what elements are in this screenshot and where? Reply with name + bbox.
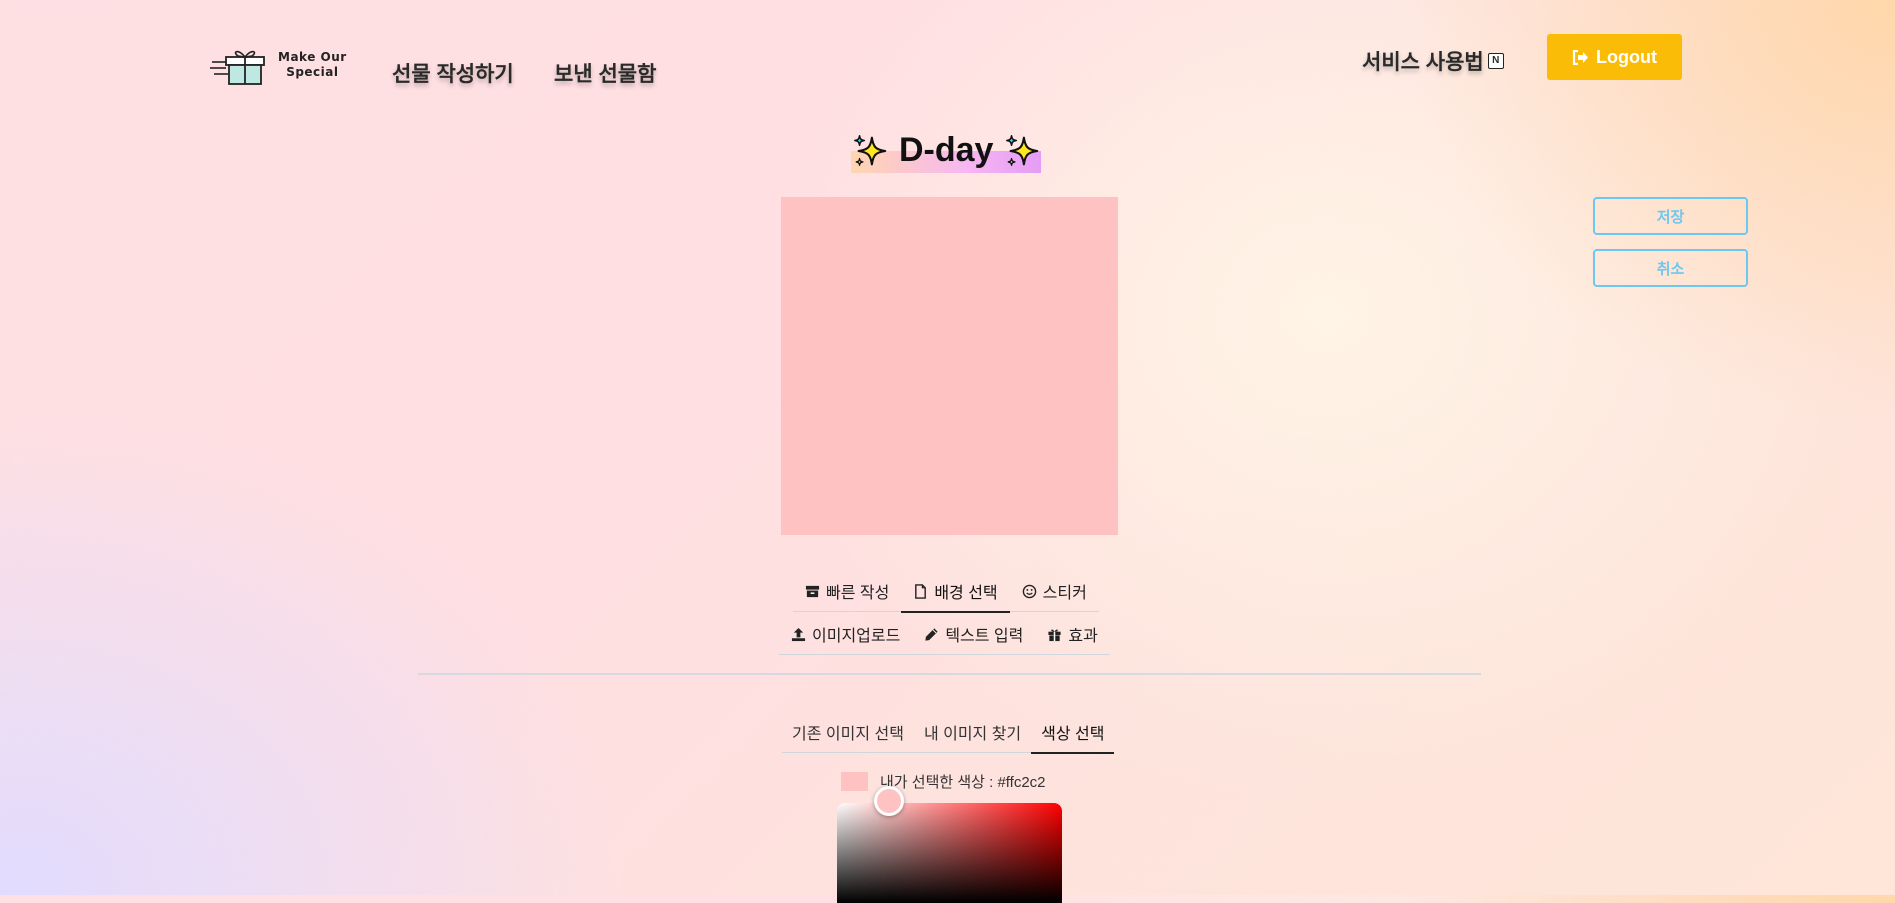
tab-quick-create[interactable]: 빠른 작성: [793, 571, 902, 612]
sparkles-icon: [854, 134, 887, 166]
tab-sticker-label: 스티커: [1042, 585, 1087, 602]
file-icon: [915, 583, 927, 599]
tab-image-upload-label: 이미지업로드: [812, 628, 901, 645]
logo-text: Make Our Special: [278, 50, 347, 80]
card-canvas[interactable]: [781, 197, 1118, 535]
tab-effect-label: 효과: [1068, 628, 1098, 645]
smile-icon: [1022, 584, 1036, 598]
gift-icon: [1048, 629, 1061, 641]
tab-color-select[interactable]: 색상 선택: [1031, 712, 1115, 754]
upload-icon: [791, 627, 806, 641]
logo-text-line2: Special: [286, 65, 339, 79]
selected-color-row: 내가 선택한 색상 : #ffc2c2: [841, 771, 1046, 792]
nav-create-gift[interactable]: 선물 작성하기: [392, 58, 514, 88]
selected-color-swatch: [841, 772, 868, 791]
page-title: D-day: [851, 128, 1042, 173]
howto-link[interactable]: 서비스 사용법 N: [1362, 46, 1504, 76]
archive-icon: [805, 585, 820, 597]
title-text: D-day: [899, 131, 994, 169]
tab-my-image[interactable]: 내 이미지 찾기: [913, 712, 1032, 753]
logout-button[interactable]: Logout: [1547, 34, 1682, 80]
sparkles-icon: [1006, 134, 1039, 166]
save-button[interactable]: 저장: [1593, 197, 1748, 235]
tab-sticker[interactable]: 스티커: [1009, 571, 1099, 612]
tab-image-upload[interactable]: 이미지업로드: [779, 614, 913, 655]
tab-background-select[interactable]: 배경 선택: [901, 571, 1010, 613]
color-saturation-picker[interactable]: [837, 803, 1062, 903]
selected-color-label: 내가 선택한 색상 : #ffc2c2: [880, 774, 1046, 791]
editor-tabs-row1: 빠른 작성 배경 선택 스티커: [793, 571, 1099, 613]
tab-text-input[interactable]: 텍스트 입력: [912, 614, 1036, 655]
tab-effect[interactable]: 효과: [1035, 614, 1110, 655]
editor-tabs-row2: 이미지업로드 텍스트 입력 효과: [779, 614, 1110, 655]
background-tabs: 기존 이미지 선택 내 이미지 찾기 색상 선택: [782, 712, 1115, 754]
logo-text-line1: Make Our: [278, 50, 347, 64]
tab-background-select-label: 배경 선택: [934, 585, 998, 602]
logout-label: Logout: [1596, 46, 1657, 67]
logo[interactable]: Make Our Special: [210, 44, 350, 86]
tab-text-input-label: 텍스트 입력: [945, 628, 1024, 645]
howto-label: 서비스 사용법: [1362, 51, 1484, 74]
section-divider: [418, 673, 1481, 675]
tab-existing-image[interactable]: 기존 이미지 선택: [782, 712, 914, 753]
sign-out-icon: [1572, 49, 1588, 65]
gift-logo-icon: [210, 50, 265, 85]
tab-quick-create-label: 빠른 작성: [826, 585, 890, 602]
notion-icon: N: [1487, 53, 1504, 69]
pencil-icon: [925, 627, 938, 641]
nav-sent-gifts[interactable]: 보낸 선물함: [554, 58, 656, 88]
cancel-button[interactable]: 취소: [1593, 249, 1748, 287]
color-picker-handle[interactable]: [874, 786, 904, 816]
